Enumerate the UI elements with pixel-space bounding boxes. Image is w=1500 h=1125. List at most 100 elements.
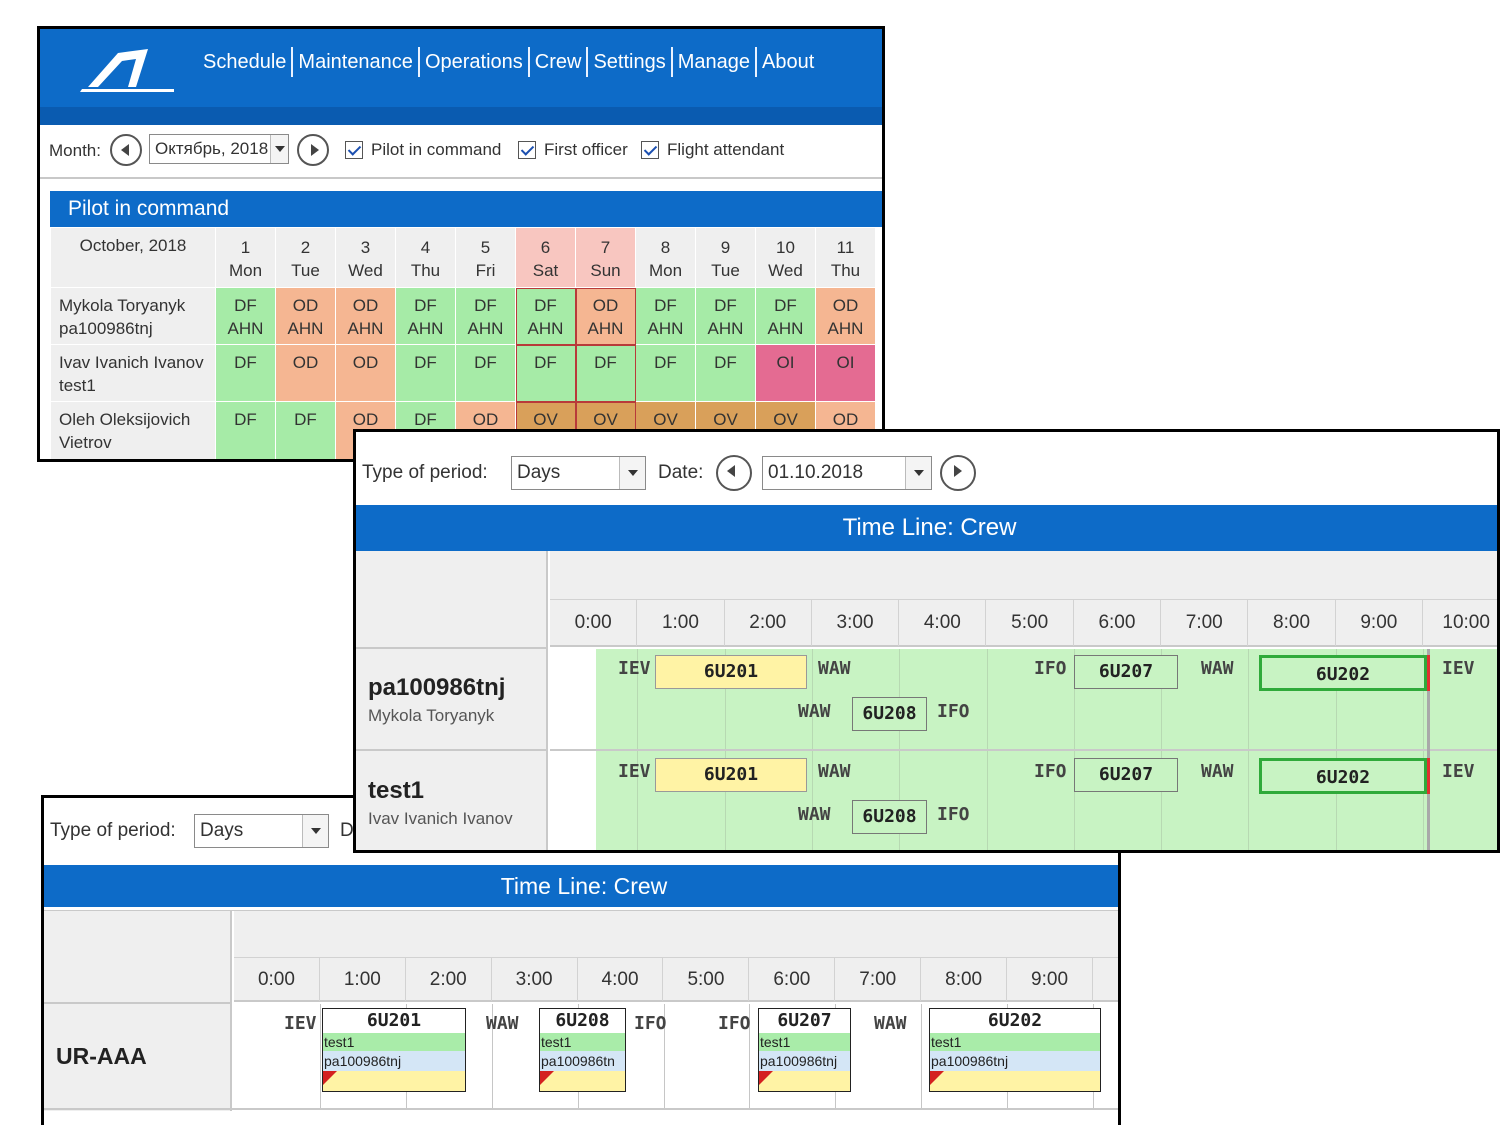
- menu-crew[interactable]: Crew: [530, 47, 589, 77]
- duty-cell[interactable]: OD: [335, 344, 396, 402]
- period-type-label: Type of period:: [362, 462, 488, 483]
- menu-manage[interactable]: Manage: [673, 47, 757, 77]
- duty-code: DF: [474, 296, 497, 315]
- duty-cell[interactable]: OI: [815, 344, 876, 402]
- duty-code: OD: [352, 410, 379, 429]
- duty-cell[interactable]: DF AHN: [215, 287, 276, 345]
- month-select[interactable]: Октябрь, 2018: [149, 134, 289, 164]
- timeline-title: Time Line: Crew: [356, 505, 1497, 551]
- date-picker[interactable]: 01.10.2018: [762, 456, 932, 490]
- flight-attendant-label: Flight attendant: [667, 140, 785, 159]
- flight-block[interactable]: 6U201 test1 pa100986tnj: [322, 1008, 466, 1092]
- crew-timeline-window: Type of period: Days Date: 01.10.2018 Ti…: [353, 429, 1500, 853]
- crew-row-name: Ivav Ivanich Ivanov: [368, 809, 513, 828]
- flag-icon: [323, 1071, 337, 1085]
- menu-maintenance[interactable]: Maintenance: [293, 47, 420, 77]
- airport-label: IFO: [1034, 761, 1067, 782]
- crew-assignment: pa100986tnj: [323, 1051, 465, 1071]
- duty-code: DF: [594, 353, 617, 372]
- duty-code: DF: [474, 353, 497, 372]
- pilot-in-command-checkbox[interactable]: [345, 141, 363, 159]
- day-of-week: Sun: [590, 261, 621, 280]
- airport-label: WAW: [1201, 761, 1234, 782]
- flight-block[interactable]: 6U208 test1 pa100986tn: [539, 1008, 626, 1092]
- duty-cell[interactable]: DF AHN: [755, 287, 816, 345]
- duty-cell[interactable]: OD: [275, 344, 336, 402]
- menu-operations[interactable]: Operations: [420, 47, 530, 77]
- flight-attendant-checkbox[interactable]: [641, 141, 659, 159]
- crew-code: Vietrov: [59, 433, 112, 452]
- duty-cell[interactable]: DF AHN: [455, 287, 516, 345]
- duty-cell[interactable]: DF: [635, 344, 696, 402]
- chevron-down-icon[interactable]: [905, 457, 931, 489]
- duty-cell[interactable]: OD AHN: [815, 287, 876, 345]
- hour-label: 7:00: [835, 958, 922, 1001]
- menu-about[interactable]: About: [757, 47, 819, 77]
- flight-6u201[interactable]: 6U201: [655, 758, 807, 792]
- day-of-week: Mon: [648, 261, 683, 280]
- crew-assignment: pa100986tnj: [930, 1051, 1100, 1071]
- duty-cell[interactable]: DF: [575, 344, 636, 402]
- duty-cell[interactable]: DF: [395, 344, 456, 402]
- hour-scale: 0:00 1:00 2:00 3:00 4:00 5:00 6:00 7:00 8:00 9:00…: [234, 957, 1118, 1002]
- period-type-select[interactable]: Days: [511, 456, 646, 490]
- flight-6u202[interactable]: 6U202: [1259, 758, 1427, 794]
- airport-label: IFO: [718, 1013, 751, 1034]
- crew-code: pa100986tnj: [59, 319, 153, 338]
- period-type-select[interactable]: Days: [194, 814, 329, 848]
- airport-label: IEV: [284, 1013, 317, 1034]
- day-number: 10: [776, 238, 795, 257]
- chevron-down-icon[interactable]: [619, 457, 645, 489]
- duty-cell[interactable]: DF AHN: [515, 287, 576, 345]
- next-date-button[interactable]: [940, 455, 976, 491]
- duty-cell[interactable]: DF AHN: [695, 287, 756, 345]
- chevron-down-icon[interactable]: [302, 815, 328, 847]
- duty-code: OI: [776, 353, 795, 372]
- base-code: AHN: [347, 319, 384, 338]
- month-label: Month:: [49, 141, 101, 160]
- duty-cell[interactable]: OI: [755, 344, 816, 402]
- duty-cell[interactable]: DF: [695, 344, 756, 402]
- crew-row-id: test1: [368, 777, 425, 804]
- duty-code: DF: [654, 353, 677, 372]
- duty-cell[interactable]: DF: [215, 344, 276, 402]
- flight-6u202[interactable]: 6U202: [1259, 655, 1427, 691]
- flight-block[interactable]: 6U202 test1 pa100986tnj: [929, 1008, 1101, 1092]
- duty-cell[interactable]: DF AHN: [395, 287, 456, 345]
- flight-6u208[interactable]: 6U208: [852, 697, 927, 731]
- menu-settings[interactable]: Settings: [588, 47, 673, 77]
- duty-code: OV: [653, 410, 678, 429]
- hour-label: 3:00: [492, 958, 578, 1001]
- hour-gridline: [637, 649, 639, 850]
- chevron-down-icon[interactable]: [270, 135, 288, 163]
- flag-icon: [759, 1071, 773, 1085]
- day-header: 4 Thu: [395, 227, 456, 288]
- duty-cell[interactable]: OD AHN: [275, 287, 336, 345]
- prev-date-button[interactable]: [716, 455, 752, 491]
- flight-block[interactable]: 6U207 test1 pa100986tnj: [758, 1008, 851, 1092]
- duty-cell[interactable]: DF: [275, 401, 336, 459]
- hour-label: 8:00: [921, 958, 1008, 1001]
- duty-cell[interactable]: DF: [515, 344, 576, 402]
- duty-cell[interactable]: OD AHN: [575, 287, 636, 345]
- hour-label: 3:00: [812, 600, 900, 646]
- day-number: 4: [420, 238, 431, 257]
- roster-toolbar: Month: Октябрь, 2018 Pilot in command Fi…: [40, 125, 882, 179]
- flight-6u201[interactable]: 6U201: [655, 655, 807, 689]
- duty-cell[interactable]: DF: [215, 401, 276, 459]
- duty-cell[interactable]: OD AHN: [335, 287, 396, 345]
- flight-6u207[interactable]: 6U207: [1074, 655, 1178, 689]
- aircraft-registration: UR-AAA: [56, 1043, 147, 1069]
- first-officer-checkbox[interactable]: [518, 141, 536, 159]
- menu-schedule[interactable]: Schedule: [198, 47, 294, 77]
- row-header-column: [44, 911, 232, 1111]
- flight-6u208[interactable]: 6U208: [852, 800, 927, 834]
- timeline-title: Time Line: Crew: [44, 865, 1118, 907]
- duty-cell[interactable]: DF AHN: [635, 287, 696, 345]
- crew-assignment: test1: [759, 1033, 850, 1051]
- flight-6u207[interactable]: 6U207: [1074, 758, 1178, 792]
- next-month-button[interactable]: [297, 134, 329, 166]
- duty-cell[interactable]: DF: [455, 344, 516, 402]
- base-code: AHN: [407, 319, 444, 338]
- prev-month-button[interactable]: [110, 134, 142, 166]
